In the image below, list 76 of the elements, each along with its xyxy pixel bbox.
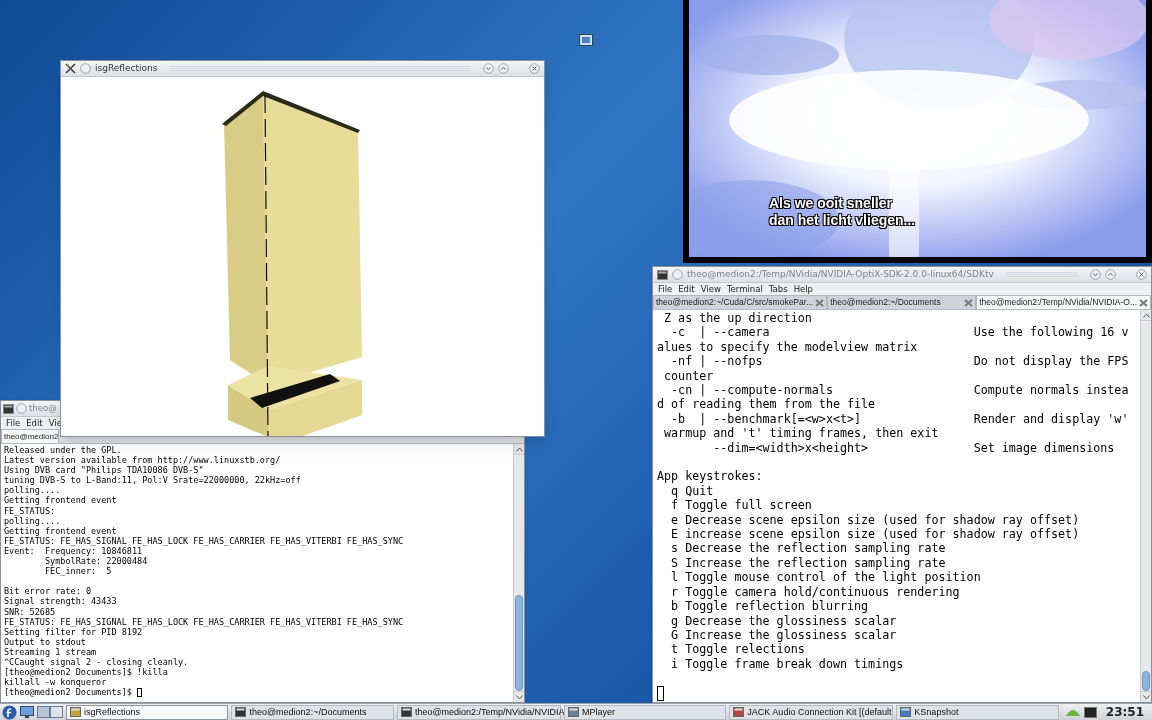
terminal-line: q Quit [670, 483, 714, 499]
terminal-line: Getting frontend event [4, 525, 117, 536]
terminal-line: FE_STATUS: FE_HAS_SIGNAL FE_HAS_LOCK FE_HAS_CARRIER FE_HAS_VITERBI FE_HAS_SYNC [4, 535, 404, 546]
taskbar-button[interactable]: isgReflections [66, 704, 229, 720]
menu-item[interactable]: View [700, 284, 721, 294]
terminal-line: t Toggle relections [670, 642, 805, 657]
terminal-line: S Increase the reflection sampling rate [670, 555, 946, 571]
terminal-line: e Decrease scene epsilon size (used for shadow ray offset) [670, 512, 1080, 528]
window-title: theo@medion2:/Temp/NVidia/NVIDIA-OptiX-SDK-2.0.0-linux64/SDKtv [687, 267, 994, 281]
terminal-line: Using DVB card "Philips TDA10086 DVB-S" [4, 465, 204, 476]
menu-item[interactable]: Terminal [726, 284, 763, 294]
menu-item[interactable]: Edit [26, 418, 43, 428]
taskbar-button[interactable]: JACK Audio Connection Kit [(default [729, 704, 894, 720]
terminal-line: Streaming 1 stream [4, 646, 97, 657]
option-name: -c | --camera [670, 325, 771, 340]
terminal-line: E increase scene epsilon size (used for shadow ray offset) [670, 527, 1080, 542]
terminal-line: g Decrease the glossiness scalar [670, 613, 897, 628]
menu-item[interactable]: File [6, 418, 21, 428]
terminal-line: counter [663, 368, 714, 384]
terminal-line: d of reading them from the file [657, 397, 876, 412]
terminal-tab[interactable]: theo@medion2:~/Cuda/C/src/smokePar... [653, 295, 828, 309]
terminal-line: Latest version available from http://www.linuxstb.org/ [4, 455, 281, 466]
terminal-line: Released under the GPL. [4, 445, 122, 456]
terminal-line: tuning DVB-S to L-Band:11, Pol:V Srate=22000000, 22kHz=off [4, 475, 301, 486]
clock[interactable]: 23:51 [1099, 703, 1150, 720]
option-name: -nf | --nofps [670, 354, 764, 369]
terminal-line: [theo@medion2 Documents]$ [4, 687, 132, 698]
menu-item[interactable]: Tabs [768, 284, 788, 294]
terminal-line: b Toggle reflection blurring [670, 599, 869, 614]
terminal-line: f Toggle full screen [670, 498, 812, 513]
option-description: Use the following 16 v [973, 325, 1129, 340]
terminal-tab[interactable]: theo@medion2:/Temp/NVidia/NVIDIA-O... [976, 295, 1151, 309]
subtitle: Als we ooit sneller [769, 195, 893, 212]
terminal-line: polling.... [4, 485, 61, 496]
option-description: Do not display the FPS [973, 354, 1129, 369]
taskbar-button[interactable]: theo@medion2:~/Documents [231, 704, 394, 720]
terminal-line: Event: Frequency: 10846811 [4, 545, 143, 557]
terminal-line: G Increase the glossiness scalar [670, 627, 897, 643]
terminal-line: SymbolRate: 22000484 [43, 556, 148, 567]
option-description: Compute normals instea [973, 383, 1129, 398]
option-name: -cn | --compute-normals [670, 383, 834, 398]
subtitle: dan het licht vliegen... [769, 212, 916, 229]
terminal-line: r Toggle camera hold/continuous rendering [670, 584, 960, 600]
terminal-line: Signal strength: 43433 [4, 596, 117, 607]
window-title: isgReflections [95, 61, 158, 75]
terminal-line: App keystrokes: [657, 469, 763, 484]
terminal-line: killall -w konqueror [4, 677, 107, 688]
terminal-line: Setting filter for PID 8192 [4, 626, 143, 637]
terminal-line: Bit error rate: 0 [4, 586, 91, 597]
terminal-line: FEC_inner: 5 [43, 566, 112, 577]
terminal-line: Output to stdout [4, 636, 86, 647]
terminal-line: l Toggle mouse control of the light position [670, 570, 981, 585]
terminal-line: FE_STATUS: FE_HAS_SIGNAL FE_HAS_LOCK FE_HAS_CARRIER FE_HAS_VITERBI FE_HAS_SYNC [4, 616, 404, 627]
terminal-tab[interactable]: theo@medion2:~/Documents [827, 295, 977, 309]
terminal-line: SNR: 52685 [4, 606, 56, 617]
taskbar-button[interactable]: MPlayer [563, 704, 727, 720]
option-name: --dim=<width>x<height> [712, 440, 870, 456]
terminal-line: ^CCaught signal 2 - closing cleanly. [4, 656, 189, 668]
option-description: Set image dimensions [973, 440, 1115, 456]
terminal-line: FE_STATUS: [4, 505, 56, 516]
terminal-line: Z as the up direction [663, 311, 812, 326]
taskbar-button[interactable]: KSnapshot [896, 704, 1059, 720]
terminal-line: i Toggle frame break down timings [670, 656, 904, 672]
terminal-line: s Decrease the reflection sampling rate [670, 541, 946, 556]
terminal-line: warmup and 't' timing frames, then exit [663, 426, 939, 441]
menu-item[interactable]: File [658, 284, 673, 294]
terminal-line: Getting frontend event [4, 495, 117, 506]
option-description: Render and display 'w' [973, 411, 1129, 427]
menu-item[interactable]: Help [793, 284, 813, 294]
terminal-tab[interactable]: theo@medion2 [1, 429, 59, 443]
option-name: -b | --benchmark[=<w>x<t>] [670, 411, 863, 427]
menu-item[interactable]: Edit [678, 284, 695, 294]
terminal-line: alues to specify the modelview matrix [657, 339, 918, 355]
terminal-line: polling.... [4, 515, 61, 526]
window-title: theo@ [29, 402, 57, 415]
terminal-line: [theo@medion2 Documents]$ !killa [4, 667, 168, 678]
